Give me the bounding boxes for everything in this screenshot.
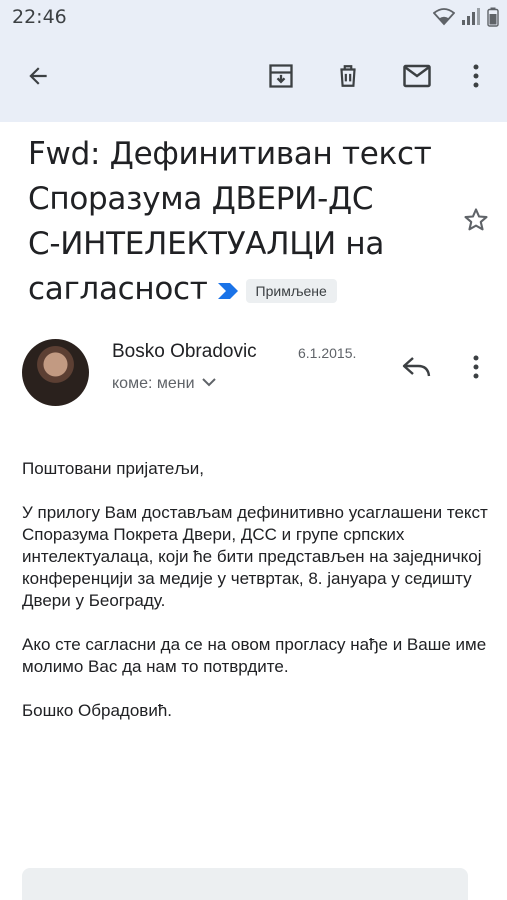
recipients-text: коме: мени	[112, 375, 195, 392]
more-vertical-icon	[473, 355, 479, 384]
status-time: 22:46	[12, 6, 67, 28]
trash-icon	[335, 62, 361, 95]
reply-icon	[402, 356, 432, 383]
sender-avatar[interactable]	[22, 339, 89, 406]
app-bar	[0, 36, 507, 122]
reply-button[interactable]	[397, 349, 437, 389]
body-paragraph: Ако сте сагласни да се на овом прогласу …	[22, 635, 487, 676]
arrow-left-icon	[25, 63, 51, 94]
more-options-button[interactable]	[456, 58, 496, 98]
status-icons	[432, 7, 499, 32]
subject-last-line: сагласност Примљене	[28, 267, 448, 313]
star-button[interactable]	[456, 202, 496, 242]
recipients-toggle[interactable]: коме: мени	[112, 375, 217, 393]
email-body: Поштовани пријатељи, У прилогу Вам доста…	[22, 458, 492, 744]
importance-marker-icon	[216, 268, 240, 313]
mail-icon	[402, 63, 432, 94]
subject-line: С-ИНТЕЛЕКТУАЛЦИ на	[28, 226, 385, 262]
battery-icon	[487, 7, 499, 32]
archive-button[interactable]	[261, 58, 301, 98]
message-more-button[interactable]	[456, 349, 496, 389]
subject-line: сагласност	[28, 271, 208, 307]
body-paragraph: У прилогу Вам достављам дефинитивно усаг…	[22, 503, 488, 610]
status-bar: 22:46	[0, 0, 507, 36]
signal-icon	[461, 8, 481, 31]
attachment-card[interactable]	[22, 868, 468, 900]
body-paragraph: Поштовани пријатељи,	[22, 459, 204, 478]
subject-line: Споразума ДВЕРИ-ДС	[28, 181, 374, 217]
back-button[interactable]	[18, 58, 58, 98]
archive-icon	[267, 62, 295, 95]
email-subject: Fwd: Дефинитиван текст Споразума ДВЕРИ-Д…	[28, 132, 448, 313]
sender-name: Bosko Obradovic	[112, 341, 257, 362]
mark-unread-button[interactable]	[397, 58, 437, 98]
subject-line: Fwd: Дефинитиван текст	[28, 136, 432, 172]
body-paragraph: Бошко Обрадовић.	[22, 701, 173, 720]
chevron-down-icon	[201, 375, 217, 393]
subject-labels: Примљене	[216, 268, 337, 313]
email-date: 6.1.2015.	[298, 345, 357, 361]
more-vertical-icon	[473, 64, 479, 93]
inbox-label-chip[interactable]: Примљене	[245, 278, 337, 303]
wifi-icon	[432, 8, 456, 31]
star-icon	[462, 206, 490, 239]
delete-button[interactable]	[328, 58, 368, 98]
